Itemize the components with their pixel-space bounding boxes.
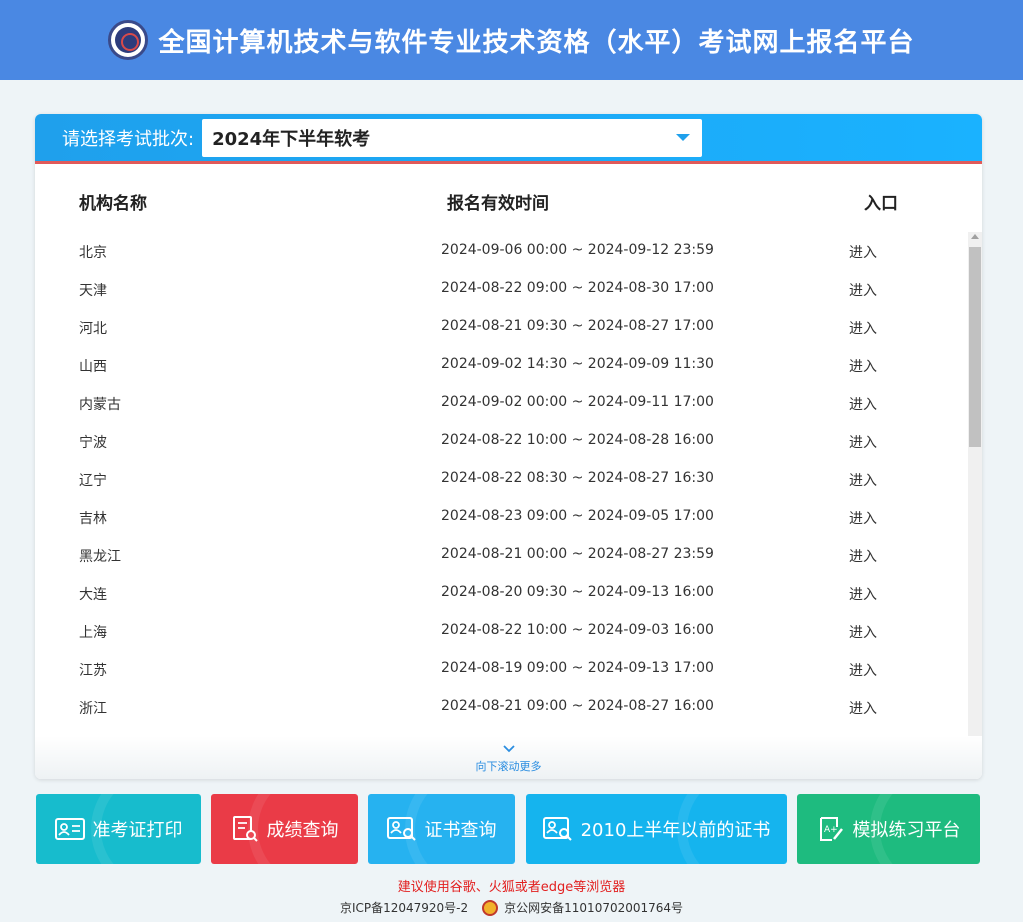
police-badge-icon bbox=[482, 899, 499, 916]
table-row: 江苏 2024-08-19 09:00 ~ 2024-09-13 17:00 进入 bbox=[35, 650, 967, 688]
scrollbar-thumb[interactable] bbox=[969, 247, 981, 447]
column-header-entry: 入口 bbox=[864, 194, 898, 214]
table-row: 天津 2024-08-22 09:00 ~ 2024-08-30 17:00 进入 bbox=[35, 270, 967, 308]
org-name: 浙江 bbox=[79, 701, 107, 717]
practice-platform-label: 模拟练习平台 bbox=[852, 820, 961, 841]
site-title: 全国计算机技术与软件专业技术资格（水平）考试网上报名平台 bbox=[158, 27, 915, 58]
pre-2010-certificate-label: 2010上半年以前的证书 bbox=[580, 820, 771, 841]
icp-link[interactable]: 京ICP备12047920号-2 bbox=[340, 899, 468, 916]
enter-link[interactable]: 进入 bbox=[849, 242, 877, 262]
certificate-query-label: 证书查询 bbox=[424, 820, 497, 841]
table-row: 辽宁 2024-08-22 08:30 ~ 2024-08-27 16:30 进入 bbox=[35, 460, 967, 498]
registration-time: 2024-08-21 00:00 ~ 2024-08-27 23:59 bbox=[441, 546, 714, 562]
org-name: 大连 bbox=[79, 587, 107, 603]
registration-time: 2024-08-22 10:00 ~ 2024-09-03 16:00 bbox=[441, 622, 714, 638]
certificate-search-icon bbox=[386, 817, 416, 841]
org-name: 内蒙古 bbox=[79, 397, 121, 413]
police-record-link[interactable]: 京公网安备11010702001764号 bbox=[504, 899, 683, 916]
registration-time: 2024-08-21 09:30 ~ 2024-08-27 17:00 bbox=[441, 318, 714, 334]
pre-2010-certificate-button[interactable]: 2010上半年以前的证书 bbox=[526, 794, 787, 864]
batch-label: 请选择考试批次: bbox=[62, 128, 195, 150]
enter-link[interactable]: 进入 bbox=[849, 356, 877, 376]
chevron-down-icon bbox=[676, 134, 691, 141]
batch-selected-value: 2024年下半年软考 bbox=[212, 128, 371, 150]
table-row: 吉林 2024-08-23 09:00 ~ 2024-09-05 17:00 进入 bbox=[35, 498, 967, 536]
registration-time: 2024-08-21 09:00 ~ 2024-08-27 16:00 bbox=[441, 698, 714, 714]
table-row: 北京 2024-09-06 00:00 ~ 2024-09-12 23:59 进入 bbox=[35, 232, 967, 270]
table-row: 大连 2024-08-20 09:30 ~ 2024-09-13 16:00 进入 bbox=[35, 574, 967, 612]
admit-card-print-button[interactable]: 准考证打印 bbox=[36, 794, 201, 864]
column-header-org: 机构名称 bbox=[79, 194, 147, 214]
registration-time: 2024-08-19 09:00 ~ 2024-09-13 17:00 bbox=[441, 660, 714, 676]
registration-time: 2024-09-06 00:00 ~ 2024-09-12 23:59 bbox=[441, 242, 714, 258]
registration-time: 2024-08-23 09:00 ~ 2024-09-05 17:00 bbox=[441, 508, 714, 524]
org-name: 河北 bbox=[79, 321, 107, 337]
enter-link[interactable]: 进入 bbox=[849, 660, 877, 680]
certificate-search-icon bbox=[542, 817, 572, 841]
registration-time: 2024-08-22 09:00 ~ 2024-08-30 17:00 bbox=[441, 280, 714, 296]
org-name: 辽宁 bbox=[79, 473, 107, 489]
table-row: 上海 2024-08-22 10:00 ~ 2024-09-03 16:00 进入 bbox=[35, 612, 967, 650]
enter-link[interactable]: 进入 bbox=[849, 622, 877, 642]
scrollbar[interactable] bbox=[968, 232, 982, 738]
id-card-icon bbox=[54, 818, 85, 840]
table-row: 宁波 2024-08-22 10:00 ~ 2024-08-28 16:00 进入 bbox=[35, 422, 967, 460]
table-row: 内蒙古 2024-09-02 00:00 ~ 2024-09-11 17:00 进入 bbox=[35, 384, 967, 422]
org-name: 北京 bbox=[79, 245, 107, 261]
enter-link[interactable]: 进入 bbox=[849, 698, 877, 718]
enter-link[interactable]: 进入 bbox=[849, 318, 877, 338]
scroll-up-arrow-icon[interactable] bbox=[971, 234, 979, 239]
batch-bar: 请选择考试批次: 2024年下半年软考 bbox=[35, 114, 982, 164]
score-query-label: 成绩查询 bbox=[266, 820, 339, 841]
column-header-time: 报名有效时间 bbox=[447, 194, 549, 214]
table-row: 浙江 2024-08-21 09:00 ~ 2024-08-27 16:00 进入 bbox=[35, 688, 967, 726]
org-name: 天津 bbox=[79, 283, 107, 299]
org-name: 江苏 bbox=[79, 663, 107, 679]
practice-edit-icon: A+ bbox=[819, 817, 843, 841]
table-row: 河北 2024-08-21 09:30 ~ 2024-08-27 17:00 进入 bbox=[35, 308, 967, 346]
logo-icon bbox=[108, 20, 149, 60]
svg-text:A+: A+ bbox=[824, 825, 838, 835]
enter-link[interactable]: 进入 bbox=[849, 394, 877, 414]
org-name: 吉林 bbox=[79, 511, 107, 527]
org-name: 上海 bbox=[79, 625, 107, 641]
footer-icp: 京ICP备12047920号-2 京公网安备11010702001764号 bbox=[0, 899, 1023, 916]
enter-link[interactable]: 进入 bbox=[849, 470, 877, 490]
org-name: 宁波 bbox=[79, 435, 107, 451]
practice-platform-button[interactable]: A+ 模拟练习平台 bbox=[797, 794, 980, 864]
site-header: 全国计算机技术与软件专业技术资格（水平）考试网上报名平台 bbox=[0, 0, 1023, 80]
org-name: 山西 bbox=[79, 359, 107, 375]
registration-time: 2024-08-22 08:30 ~ 2024-08-27 16:30 bbox=[441, 470, 714, 486]
registration-time: 2024-08-20 09:30 ~ 2024-09-13 16:00 bbox=[441, 584, 714, 600]
registration-time: 2024-09-02 00:00 ~ 2024-09-11 17:00 bbox=[441, 394, 714, 410]
enter-link[interactable]: 进入 bbox=[849, 280, 877, 300]
enter-link[interactable]: 进入 bbox=[849, 508, 877, 528]
chevron-down-icon bbox=[502, 745, 515, 753]
table-row: 黑龙江 2024-08-21 00:00 ~ 2024-08-27 23:59 进入 bbox=[35, 536, 967, 574]
org-name: 黑龙江 bbox=[79, 549, 121, 565]
score-query-button[interactable]: 成绩查询 bbox=[211, 794, 358, 864]
table-header: 机构名称 报名有效时间 入口 bbox=[35, 189, 982, 217]
registration-time: 2024-09-02 14:30 ~ 2024-09-09 11:30 bbox=[441, 356, 714, 372]
admit-card-print-label: 准考证打印 bbox=[92, 820, 183, 841]
enter-link[interactable]: 进入 bbox=[849, 432, 877, 452]
table-row: 山西 2024-09-02 14:30 ~ 2024-09-09 11:30 进入 bbox=[35, 346, 967, 384]
certificate-query-button[interactable]: 证书查询 bbox=[368, 794, 515, 864]
scroll-more-text: 向下滚动更多 bbox=[475, 760, 542, 773]
org-table-body: 北京 2024-09-06 00:00 ~ 2024-09-12 23:59 进入天… bbox=[35, 232, 967, 726]
registration-time: 2024-08-22 10:00 ~ 2024-08-28 16:00 bbox=[441, 432, 714, 448]
enter-link[interactable]: 进入 bbox=[849, 584, 877, 604]
registration-card: 请选择考试批次: 2024年下半年软考 机构名称 报名有效时间 入口 北京 202… bbox=[35, 114, 982, 779]
enter-link[interactable]: 进入 bbox=[849, 546, 877, 566]
batch-select[interactable]: 2024年下半年软考 bbox=[202, 118, 703, 157]
document-search-icon bbox=[232, 816, 258, 842]
scroll-more-hint[interactable]: 向下滚动更多 bbox=[35, 736, 982, 779]
browser-tip: 建议使用谷歌、火狐或者edge等浏览器 bbox=[397, 880, 626, 895]
